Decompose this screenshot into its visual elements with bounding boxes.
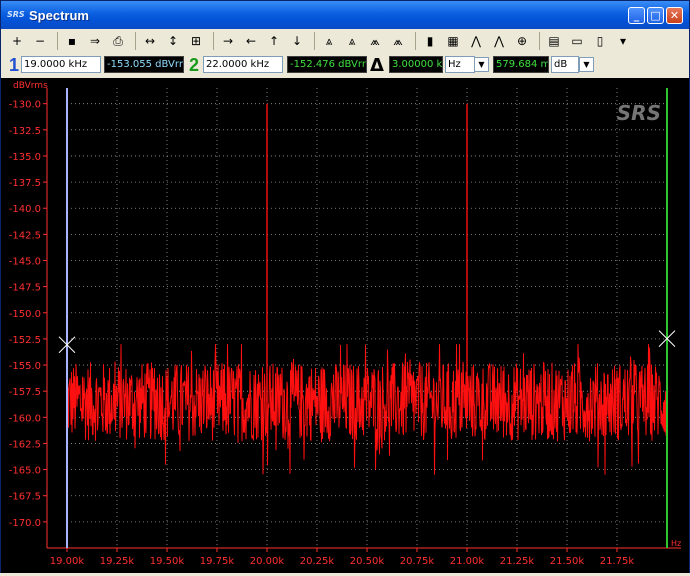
y-tick-label: -155.0 xyxy=(9,361,41,372)
save-icon[interactable]: ▪ xyxy=(62,31,82,51)
minimize-button[interactable]: _ xyxy=(628,7,645,24)
delta-frequency-unit-dropdown-icon[interactable]: ▼ xyxy=(474,57,489,72)
arrow-up-icon[interactable]: ↑ xyxy=(264,31,284,51)
fit-vertical-icon[interactable]: ↕ xyxy=(163,31,183,51)
spectrum-chart[interactable]: -130.0 -132.5 -135.0 -137.5 -140.0 -142.5 -145… xyxy=(1,78,689,573)
marker-1-frequency-input[interactable]: 19.0000 kHz xyxy=(21,56,101,73)
arrow-right-icon[interactable]: → xyxy=(218,31,238,51)
srs-watermark-logo: SRS xyxy=(617,101,661,125)
toolbar-separator xyxy=(415,32,416,50)
y-tick-label: -152.5 xyxy=(9,335,41,346)
menu-arrow-icon[interactable]: ▾ xyxy=(613,31,633,51)
y-tick-label: -167.5 xyxy=(9,492,41,503)
marker-left-peak-icon[interactable]: ⩕ xyxy=(365,31,385,51)
x-tick-label: 21.50k xyxy=(550,556,585,567)
y-tick-label: -140.0 xyxy=(9,204,41,215)
y-tick-label: -160.0 xyxy=(9,413,41,424)
fit-horizontal-icon[interactable]: ↔ xyxy=(140,31,160,51)
app-logo-icon: SRS xyxy=(7,10,25,19)
x-tick-label: 21.25k xyxy=(500,556,535,567)
properties-icon[interactable]: ▤ xyxy=(544,31,564,51)
y-tick-label: -135.0 xyxy=(9,152,41,163)
log-scale-icon[interactable]: ▦ xyxy=(443,31,463,51)
marker-bar: 1 19.0000 kHz -153.055 dBVrm 2 22.0000 k… xyxy=(1,53,689,77)
y-tick-label: -150.0 xyxy=(9,309,41,320)
x-tick-label: 19.00k xyxy=(50,556,85,567)
x-tick-label: 20.00k xyxy=(250,556,285,567)
x-tick-label: 20.25k xyxy=(300,556,335,567)
toolbar-separator xyxy=(539,32,540,50)
spectrum-plot[interactable]: -130.0 -132.5 -135.0 -137.5 -140.0 -142.5 -145… xyxy=(1,78,689,573)
x-tick-label: 19.25k xyxy=(100,556,135,567)
y-tick-label: -147.5 xyxy=(9,283,41,294)
y-tick-label: -162.5 xyxy=(9,439,41,450)
marker-right-peak-icon[interactable]: ⩕ xyxy=(388,31,408,51)
y-axis-label: dBVrms xyxy=(13,81,48,91)
x-tick-label: 19.50k xyxy=(150,556,185,567)
marker-1-label: 1 xyxy=(9,55,20,75)
y-tick-label: -137.5 xyxy=(9,178,41,189)
delta-frequency-unit-select[interactable]: Hz xyxy=(445,56,475,73)
close-button[interactable]: ✕ xyxy=(666,7,683,24)
x-tick-label: 21.75k xyxy=(600,556,635,567)
arrow-left-icon[interactable]: ← xyxy=(241,31,261,51)
x-axis-label: Hz xyxy=(671,539,681,548)
x-tick-label: 20.75k xyxy=(400,556,435,567)
y-tick-label: -132.5 xyxy=(9,126,41,137)
x-tick-label: 20.50k xyxy=(350,556,385,567)
delta-level-unit-dropdown-icon[interactable]: ▼ xyxy=(579,57,594,72)
marker-next-peak-icon[interactable]: ⩓ xyxy=(342,31,362,51)
title-bar[interactable]: SRS Spectrum _ □ ✕ xyxy=(1,1,689,29)
delta-level-readout: 579.684 m xyxy=(493,56,549,73)
arrow-down-icon[interactable]: ↓ xyxy=(287,31,307,51)
crosshair-icon[interactable]: ⊕ xyxy=(512,31,532,51)
marker-peak-icon[interactable]: ⩓ xyxy=(319,31,339,51)
toolbar-separator xyxy=(314,32,315,50)
harmonic-icon[interactable]: ⋀ xyxy=(466,31,486,51)
toolbar-separator xyxy=(57,32,58,50)
marker-2-label: 2 xyxy=(189,55,200,75)
window-title: Spectrum xyxy=(29,7,89,23)
marker-2-frequency-input[interactable]: 22.0000 kHz xyxy=(203,56,283,73)
calculator-icon[interactable]: ▯ xyxy=(590,31,610,51)
y-tick-label: -165.0 xyxy=(9,466,41,477)
table-icon[interactable]: ▭ xyxy=(567,31,587,51)
y-tick-label: -157.5 xyxy=(9,387,41,398)
bars-icon[interactable]: ▮ xyxy=(420,31,440,51)
print-icon[interactable]: ⎙ xyxy=(108,31,128,51)
zoom-out-icon[interactable]: − xyxy=(30,31,50,51)
y-tick-label: -170.0 xyxy=(9,518,41,529)
y-tick-label: -145.0 xyxy=(9,257,41,268)
fit-all-icon[interactable]: ⊞ xyxy=(186,31,206,51)
delta-frequency-readout: 3.00000 k xyxy=(389,56,443,73)
toolbar-separator xyxy=(213,32,214,50)
maximize-button[interactable]: □ xyxy=(647,7,664,24)
toolbar-separator xyxy=(135,32,136,50)
marker-1-level-readout: -153.055 dBVrm xyxy=(104,56,184,73)
harmonic-alt-icon[interactable]: ⋀ xyxy=(489,31,509,51)
export-icon[interactable]: ⇒ xyxy=(85,31,105,51)
delta-icon: Δ xyxy=(370,55,384,76)
delta-level-unit-select[interactable]: dB xyxy=(551,56,579,73)
x-tick-label: 19.75k xyxy=(200,556,235,567)
y-tick-label: -142.5 xyxy=(9,230,41,241)
toolbar: + − ▪ ⇒ ⎙ ↔ ↕ ⊞ → ← ↑ ↓ ⩓ ⩓ ⩕ ⩕ ▮ ▦ ⋀ ⋀ ⊕ ▤ ▭ ▯ ▾ xyxy=(1,29,689,53)
marker-2-level-readout: -152.476 dBVrm xyxy=(287,56,367,73)
zoom-in-icon[interactable]: + xyxy=(7,31,27,51)
window-controls: _ □ ✕ xyxy=(628,7,683,24)
spectrum-window: SRS Spectrum _ □ ✕ + − ▪ ⇒ ⎙ ↔ ↕ ⊞ → ← ↑ ↓ ⩓ ⩓ ⩕ ⩕ ▮ ▦ ⋀ ⋀ ⊕… xyxy=(0,0,690,573)
x-tick-label: 21.00k xyxy=(450,556,485,567)
y-tick-label: -130.0 xyxy=(9,100,41,111)
spectrum-trace xyxy=(66,344,668,475)
